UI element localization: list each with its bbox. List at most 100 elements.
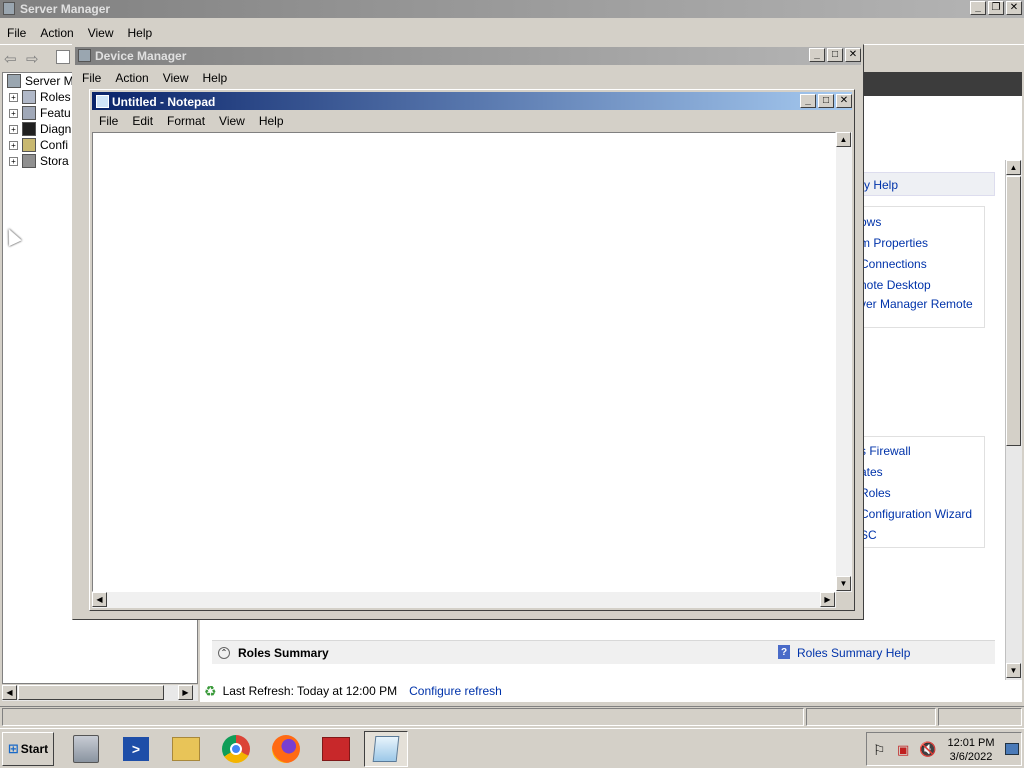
notepad-text-area[interactable] [92, 132, 836, 592]
device-manager-titlebar[interactable]: Device Manager [75, 47, 861, 65]
network-icon[interactable]: ▣ [897, 742, 909, 758]
tree-horizontal-scrollbar[interactable]: ◀ ▶ [2, 685, 198, 701]
notepad-title: Untitled - Notepad [112, 94, 216, 109]
task-link[interactable]: Configuration Wizard [860, 507, 972, 521]
close-button[interactable]: ✕ [1006, 1, 1022, 15]
scroll-thumb[interactable] [1006, 176, 1021, 446]
menu-file[interactable]: File [0, 26, 33, 40]
show-tree-icon[interactable] [56, 50, 70, 64]
task-link[interactable]: Connections [860, 257, 927, 271]
scroll-thumb[interactable] [18, 685, 164, 700]
menu-action[interactable]: Action [33, 26, 80, 40]
expand-icon[interactable]: + [9, 108, 18, 118]
refresh-bar: ♻ Last Refresh: Today at 12:00 PM Config… [200, 680, 1022, 702]
configure-refresh-link[interactable]: Configure refresh [409, 684, 502, 698]
scroll-right-button[interactable]: ▶ [178, 685, 193, 700]
collapse-icon[interactable]: ⌃ [218, 646, 230, 659]
minimize-button[interactable]: _ [809, 48, 825, 62]
close-button[interactable]: ✕ [845, 48, 861, 62]
tree-item-configuration[interactable]: + Confi [9, 137, 68, 153]
task-link[interactable]: note Desktop [860, 278, 931, 292]
notepad-vertical-scrollbar[interactable]: ▲ ▼ [836, 132, 852, 592]
server-manager-statusbar [0, 706, 1024, 726]
minimize-button[interactable]: _ [800, 94, 816, 108]
task-link[interactable]: ver Manager Remote [860, 297, 973, 311]
configuration-icon [22, 138, 36, 152]
tree-item-storage[interactable]: + Stora [9, 153, 69, 169]
notepad-horizontal-scrollbar[interactable]: ◀ ▶ [92, 592, 836, 608]
menu-action[interactable]: Action [108, 71, 155, 85]
menu-view[interactable]: View [156, 71, 196, 85]
system-clock[interactable]: 12:01 PM 3/6/2022 [941, 736, 1001, 764]
task-link[interactable]: Roles [860, 486, 891, 500]
taskbar-notepad[interactable] [364, 731, 408, 767]
menu-help[interactable]: Help [196, 71, 235, 85]
scroll-up-button[interactable]: ▲ [1006, 160, 1021, 175]
scroll-up-button[interactable]: ▲ [836, 132, 851, 147]
tree-label: Roles [40, 90, 71, 104]
server-manager-icon [73, 735, 99, 763]
roles-summary-title: Roles Summary [238, 645, 329, 660]
taskbar-toolbox[interactable] [314, 731, 358, 767]
status-cell [806, 708, 936, 726]
tree-item-diagnostics[interactable]: + Diagn [9, 121, 71, 137]
notepad-icon [372, 736, 400, 762]
chrome-icon [222, 735, 250, 763]
taskbar-explorer[interactable] [164, 731, 208, 767]
menu-view[interactable]: View [81, 26, 121, 40]
maximize-button[interactable]: □ [827, 48, 843, 62]
notepad-window: Untitled - Notepad _ □ ✕ File Edit Forma… [89, 89, 855, 611]
menu-help[interactable]: Help [121, 26, 160, 40]
forward-arrow-icon[interactable]: ⇨ [26, 50, 39, 68]
resize-grip-icon[interactable] [836, 592, 852, 608]
scroll-left-button[interactable]: ◀ [92, 592, 107, 607]
minimize-button[interactable]: _ [970, 1, 986, 15]
menu-help[interactable]: Help [252, 114, 291, 128]
tree-item-features[interactable]: + Featu [9, 105, 71, 121]
expand-icon[interactable]: + [9, 156, 18, 166]
taskbar-server-manager[interactable] [64, 731, 108, 767]
tree-item-roles[interactable]: + Roles [9, 89, 71, 105]
notepad-titlebar[interactable]: Untitled - Notepad [92, 92, 852, 111]
menu-format[interactable]: Format [160, 114, 212, 128]
scroll-right-button[interactable]: ▶ [820, 592, 835, 607]
help-question-icon[interactable]: ? [778, 645, 790, 659]
expand-icon[interactable]: + [9, 140, 18, 150]
back-arrow-icon[interactable]: ⇦ [4, 50, 17, 68]
notepad-menubar: File Edit Format View Help [92, 110, 852, 132]
refresh-icon[interactable]: ♻ [204, 683, 217, 700]
start-button[interactable]: ⊞ Start [2, 732, 54, 766]
scroll-down-button[interactable]: ▼ [836, 576, 851, 591]
taskbar-chrome[interactable] [214, 731, 258, 767]
expand-icon[interactable]: + [9, 92, 18, 102]
restore-button[interactable]: ❐ [988, 1, 1004, 15]
show-desktop-icon[interactable] [1005, 743, 1019, 755]
maximize-button[interactable]: □ [818, 94, 834, 108]
taskbar-powershell[interactable]: > [114, 731, 158, 767]
task-link[interactable]: m Properties [860, 236, 928, 250]
flag-icon[interactable]: ⚐ [873, 742, 886, 759]
windows-logo-icon: ⊞ [7, 741, 19, 756]
server-manager-vertical-scrollbar[interactable]: ▲ ▼ [1005, 160, 1022, 680]
server-manager-titlebar[interactable]: Server Manager [0, 0, 1024, 18]
roles-summary-help-link[interactable]: Roles Summary Help [797, 646, 910, 660]
scroll-left-button[interactable]: ◀ [2, 685, 17, 700]
taskbar-firefox[interactable] [264, 731, 308, 767]
task-link[interactable]: s Firewall [860, 444, 911, 458]
menu-file[interactable]: File [92, 114, 125, 128]
close-button[interactable]: ✕ [836, 94, 852, 108]
menu-edit[interactable]: Edit [125, 114, 160, 128]
clock-date: 3/6/2022 [949, 751, 993, 763]
menu-view[interactable]: View [212, 114, 252, 128]
scroll-down-button[interactable]: ▼ [1006, 663, 1021, 678]
help-link[interactable]: ry Help [860, 178, 898, 192]
tree-item-server-manager[interactable]: Server Ma [7, 73, 80, 89]
notification-area: ⚐ ▣ 🔇 12:01 PM 3/6/2022 [866, 732, 1022, 766]
features-icon [22, 106, 36, 120]
expand-icon[interactable]: + [9, 124, 18, 134]
tree-label: Stora [40, 154, 69, 168]
server-manager-app-icon [3, 2, 15, 15]
volume-muted-icon[interactable]: 🔇 [919, 741, 936, 758]
tree-label: Featu [40, 106, 71, 120]
menu-file[interactable]: File [75, 71, 108, 85]
